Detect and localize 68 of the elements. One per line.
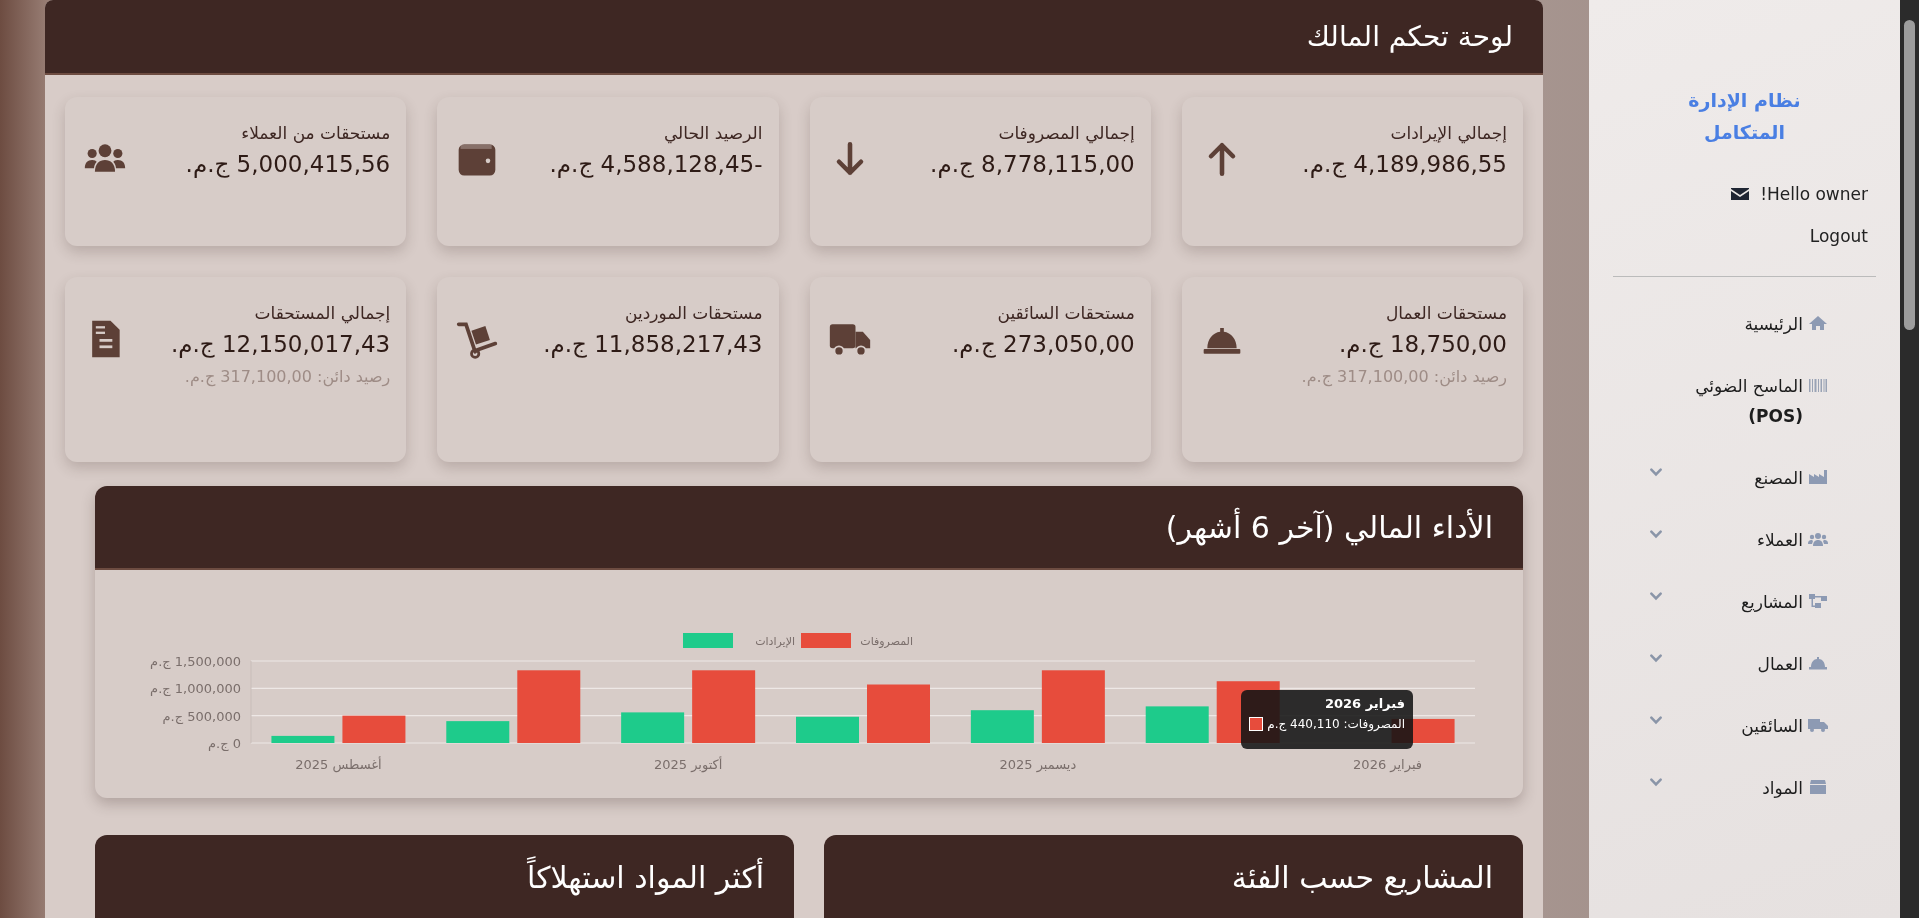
factory-icon	[1808, 469, 1828, 485]
card-note: رصيد دائن: 317,100,00 ج.م.	[183, 367, 391, 386]
card-title: مستحقات من العملاء	[240, 123, 391, 143]
card-amount: 5,000,415,56 ج.م.	[185, 151, 391, 177]
card-amount: 11,858,217,43 ج.م.	[543, 331, 763, 357]
network-icon	[1808, 593, 1828, 609]
bar	[342, 715, 406, 743]
card-amount: -4,588,128,45 ج.م.	[549, 151, 763, 177]
bar	[1145, 706, 1209, 743]
scroll-thumb[interactable]	[1904, 20, 1915, 330]
tooltip-text: المصروفات: 440,110 ج.م	[1267, 717, 1405, 731]
bar	[970, 710, 1034, 743]
card-note: رصيد دائن: 317,100,00 ج.م.	[1301, 367, 1507, 386]
panel-title: المشاريع حسب الفئة	[1231, 859, 1493, 895]
card-title: مستحقات العمال	[1384, 303, 1507, 323]
bar	[867, 684, 930, 743]
axis-label: ديسمبر 2025	[999, 757, 1077, 772]
box-icon	[1808, 779, 1828, 795]
chevron-icon[interactable]	[1649, 715, 1663, 725]
nav-item[interactable]: العمال	[1757, 649, 1828, 679]
chevron-icon[interactable]	[1649, 777, 1663, 787]
bar	[446, 721, 510, 743]
scrollbar[interactable]	[1900, 0, 1919, 918]
bar	[271, 735, 335, 743]
card-amount: 4,189,986,55 ج.م.	[1302, 151, 1507, 177]
card-title: إجمالي الإيرادات	[1389, 123, 1507, 143]
card-amount: 18,750,00 ج.م.	[1337, 331, 1507, 357]
nav-item[interactable]: الرئيسية	[1744, 309, 1828, 339]
chevron-icon[interactable]	[1649, 653, 1663, 663]
nav-item[interactable]: المصنع	[1754, 463, 1828, 493]
page-title: لوحة تحكم المالك	[1306, 20, 1513, 53]
axis-label: 1,500,000 ج.م	[150, 654, 241, 669]
card-title: مستحقات الموردين	[623, 303, 763, 323]
bar	[796, 716, 859, 743]
legend-label: الإيرادات	[755, 635, 795, 648]
nav-item[interactable]: المواد	[1762, 773, 1828, 803]
card-title: إجمالي المصروفات	[997, 123, 1135, 143]
card-amount: 12,150,017,43 ج.م.	[170, 331, 391, 357]
truck-icon	[1808, 717, 1828, 733]
nav-item[interactable]: السائقين	[1741, 711, 1828, 741]
chevron-icon[interactable]	[1649, 529, 1663, 539]
card-title: مستحقات السائقين	[996, 303, 1135, 323]
card-title: إجمالي المستحقات	[253, 303, 391, 323]
legend-swatch	[801, 633, 851, 648]
nav-item[interactable]: العملاء	[1756, 525, 1828, 555]
chevron-icon[interactable]	[1649, 591, 1663, 601]
axis-label: 500,000 ج.م	[162, 708, 241, 724]
barcode-icon	[1808, 377, 1828, 393]
card-amount: 273,050,00 ج.م.	[952, 331, 1135, 357]
legend-swatch	[683, 633, 733, 648]
users-icon	[1808, 531, 1828, 547]
axis-label: فبراير 2026	[1353, 757, 1423, 772]
card-amount: 8,778,115,00 ج.م.	[930, 151, 1135, 177]
legend-label: المصروفات	[860, 635, 913, 648]
nav-item[interactable]: المشاريع	[1740, 587, 1828, 617]
axis-label: أغسطس 2025	[295, 757, 382, 772]
panel-title: الأداء المالي (آخر 6 أشهر)	[1165, 509, 1493, 545]
chevron-icon[interactable]	[1649, 467, 1663, 477]
card-title: الرصيد الحالي	[662, 123, 763, 143]
home-icon	[1808, 315, 1828, 331]
tooltip-title: فبراير 2026	[1323, 696, 1405, 711]
bar	[621, 712, 685, 743]
envelope-icon[interactable]	[1730, 186, 1751, 202]
axis-label: 0 ج.م	[208, 736, 241, 751]
axis-label: 1,000,000 ج.م	[150, 681, 241, 697]
greeting-text: Hello owner!	[1760, 184, 1868, 204]
logout-link[interactable]: Logout	[1609, 226, 1868, 246]
axis-label: أكتوبر 2025	[653, 757, 723, 772]
